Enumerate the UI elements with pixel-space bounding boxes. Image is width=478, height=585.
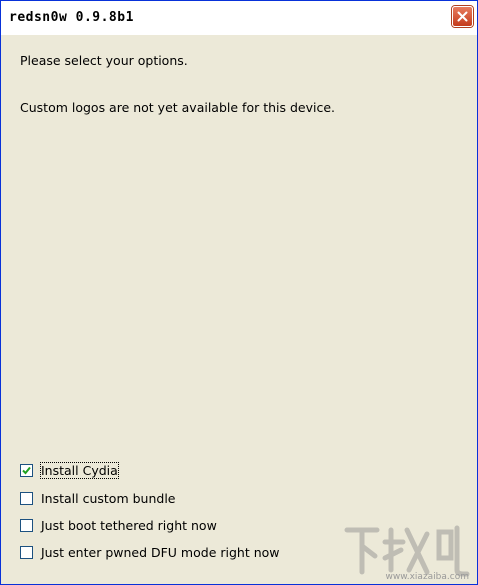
- boot-tethered-checkbox[interactable]: [20, 519, 33, 532]
- watermark-url: www.xiazaiba.com: [385, 572, 469, 582]
- notice-text: Custom logos are not yet available for t…: [20, 100, 336, 115]
- prompt-text: Please select your options.: [20, 53, 188, 68]
- install-custom-bundle-checkbox[interactable]: [20, 492, 33, 505]
- boot-tethered-label[interactable]: Just boot tethered right now: [41, 518, 217, 533]
- pwned-dfu-checkbox[interactable]: [20, 546, 33, 559]
- install-custom-bundle-label[interactable]: Install custom bundle: [41, 491, 176, 506]
- install-cydia-checkbox[interactable]: [20, 464, 33, 477]
- content-area: Please select your options. Custom logos…: [1, 35, 477, 584]
- title-bar[interactable]: redsn0w 0.9.8b1: [1, 1, 477, 35]
- pwned-dfu-label[interactable]: Just enter pwned DFU mode right now: [41, 545, 280, 560]
- checkmark-icon: [22, 466, 31, 475]
- close-button[interactable]: [452, 6, 473, 27]
- watermark-logo: [344, 525, 470, 577]
- close-icon: [457, 11, 468, 22]
- app-window: redsn0w 0.9.8b1 Please select your optio…: [0, 0, 478, 585]
- install-cydia-label[interactable]: Install Cydia: [40, 462, 119, 479]
- window-title: redsn0w 0.9.8b1: [9, 10, 134, 25]
